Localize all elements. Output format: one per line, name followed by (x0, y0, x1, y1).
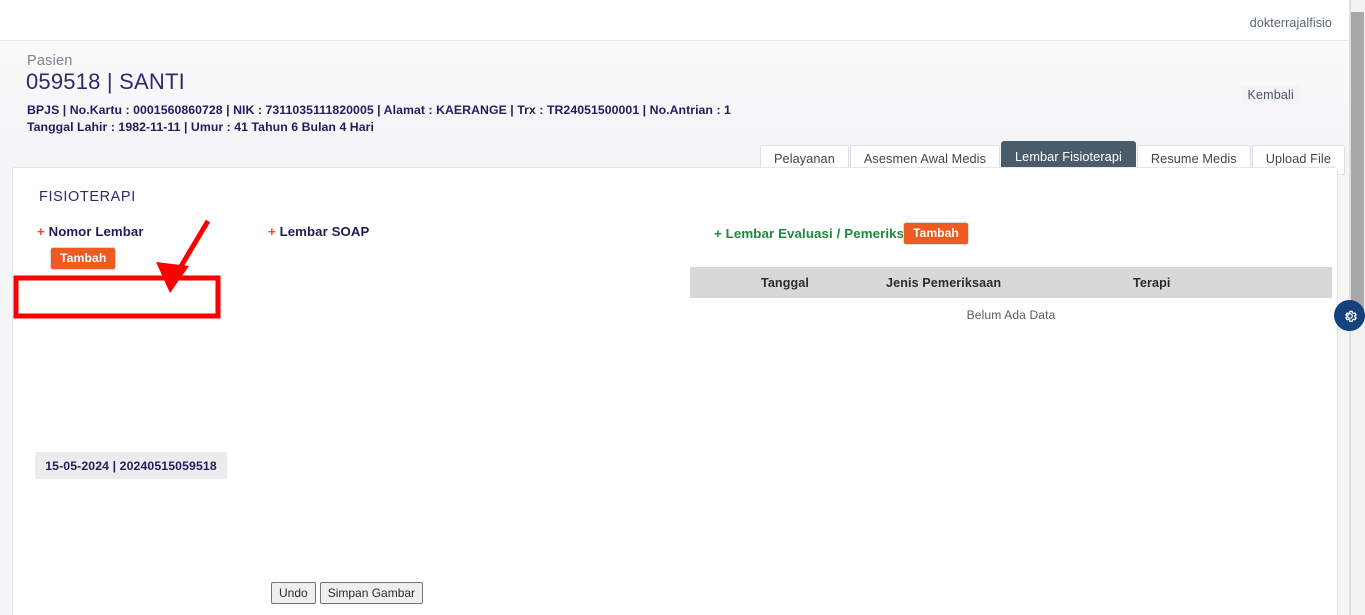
undo-button[interactable]: Undo (271, 582, 316, 605)
add-nomor-lembar-button[interactable]: Tambah (50, 247, 117, 271)
fisioterapi-card: FISIOTERAPI + Nomor Lembar Tambah 15-05-… (12, 167, 1338, 615)
nomor-lembar-heading-text: Nomor Lembar (44, 224, 144, 239)
column-header-jenis-pemeriksaan: Jenis Pemeriksaan (886, 275, 1002, 290)
lembar-evaluasi-heading: + Lembar Evaluasi / Pemeriksaan (714, 226, 928, 241)
lembar-soap-heading-text: Lembar SOAP (275, 224, 370, 239)
gear-icon (1344, 310, 1357, 322)
vertical-scrollbar-thumb[interactable] (1351, 12, 1364, 320)
patient-label: Pasien (27, 53, 73, 69)
plus-icon: + (268, 224, 276, 239)
top-bar: dokterrajalfisio (0, 0, 1350, 41)
evaluasi-table: Tanggal Jenis Pemeriksaan Terapi Belum A… (690, 267, 1332, 332)
patient-header: Pasien 059518 | SANTI BPJS | No.Kartu : … (0, 41, 1350, 134)
patient-name: 059518 | SANTI (26, 69, 185, 94)
column-header-tanggal: Tanggal (760, 275, 810, 290)
add-evaluasi-button[interactable]: Tambah (903, 222, 969, 246)
canvas-toolbar: Undo Simpan Gambar (271, 582, 424, 605)
lembar-soap-heading: + Lembar SOAP (268, 224, 369, 239)
patient-details-line-2: Tanggal Lahir : 1982-11-11 | Umur : 41 T… (27, 120, 374, 134)
nomor-lembar-heading: + Nomor Lembar (37, 224, 144, 239)
page-title: FISIOTERAPI (39, 189, 136, 205)
back-button[interactable]: Kembali (1241, 86, 1300, 104)
patient-details-line-1: BPJS | No.Kartu : 0001560860728 | NIK : … (27, 103, 731, 117)
plus-icon: + (37, 224, 45, 239)
table-header-row: Tanggal Jenis Pemeriksaan Terapi (690, 267, 1332, 298)
save-image-button[interactable]: Simpan Gambar (319, 582, 424, 605)
column-header-terapi: Terapi (1133, 275, 1171, 290)
empty-state-message: Belum Ada Data (966, 308, 1056, 322)
current-user-label: dokterrajalfisio (1249, 16, 1332, 30)
settings-fab-button[interactable] (1334, 300, 1365, 331)
list-item[interactable]: 15-05-2024 | 20240515059518 (35, 452, 227, 479)
